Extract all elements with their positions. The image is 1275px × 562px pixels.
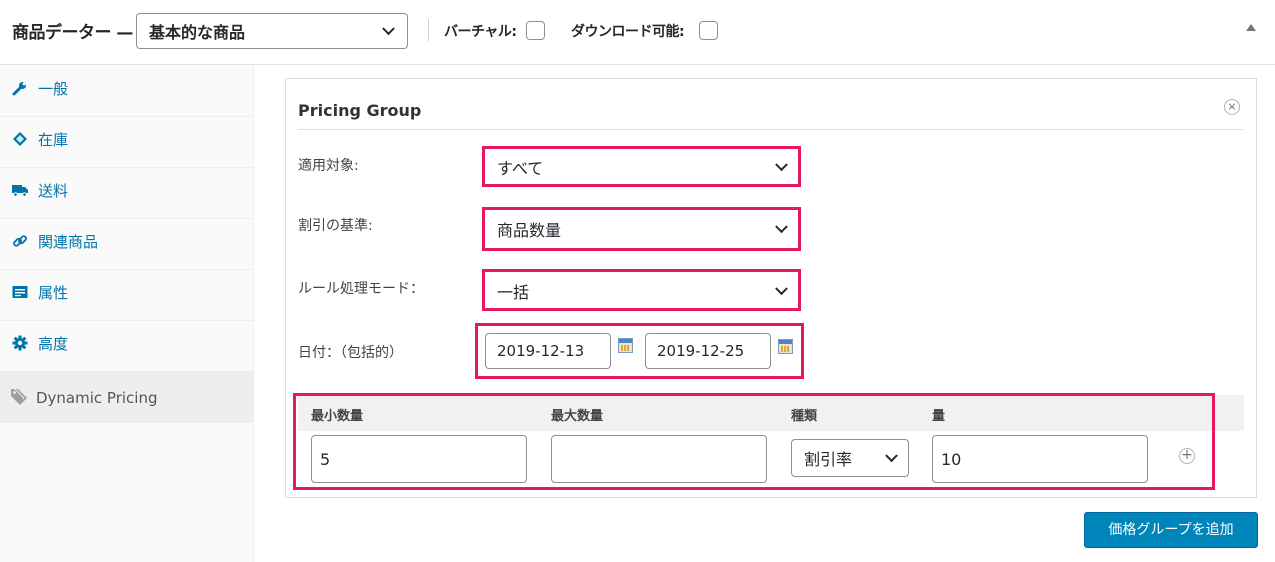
tab-dynamic-pricing[interactable]: Dynamic Pricing bbox=[0, 371, 253, 423]
virtual-label: バーチャル: bbox=[444, 24, 517, 40]
tab-general[interactable]: 一般 bbox=[0, 65, 253, 117]
virtual-checkbox[interactable] bbox=[526, 21, 545, 40]
collapse-arrow-icon[interactable] bbox=[1246, 24, 1256, 31]
rule-mode-select[interactable]: 一括 bbox=[487, 275, 796, 306]
product-data-title: 商品データー — bbox=[12, 23, 133, 43]
highlight-box: すべて bbox=[482, 146, 801, 187]
rule-mode-value: 一括 bbox=[497, 282, 530, 302]
tab-general-label: 一般 bbox=[38, 80, 69, 98]
discount-basis-select[interactable]: 商品数量 bbox=[487, 213, 796, 245]
tab-shipping-label: 送料 bbox=[38, 182, 69, 200]
tab-linked-products-label: 関連商品 bbox=[38, 233, 99, 251]
product-type-select[interactable]: 基本的な商品 bbox=[136, 13, 408, 49]
pricing-group-panel: Pricing Group × 適用対象: すべて 割引の基準: 商品数量 ルー… bbox=[285, 78, 1257, 498]
product-type-value: 基本的な商品 bbox=[149, 23, 246, 42]
list-icon bbox=[12, 286, 28, 298]
chevron-down-icon bbox=[775, 220, 788, 234]
discount-basis-label: 割引の基準: bbox=[298, 218, 373, 234]
tags-icon bbox=[11, 388, 27, 405]
highlight-box: 商品数量 bbox=[482, 207, 801, 251]
divider bbox=[298, 129, 1244, 130]
tab-dynamic-pricing-label: Dynamic Pricing bbox=[36, 389, 158, 407]
applies-to-label: 適用対象: bbox=[298, 158, 359, 174]
calendar-icon[interactable] bbox=[778, 339, 793, 354]
tab-shipping[interactable]: 送料 bbox=[0, 167, 253, 219]
tab-inventory-label: 在庫 bbox=[38, 131, 69, 149]
date-to-input[interactable]: 2019-12-25 bbox=[645, 333, 771, 369]
highlight-box: 2019-12-13 2019-12-25 bbox=[475, 323, 804, 379]
wrench-icon bbox=[12, 82, 26, 96]
close-icon[interactable]: × bbox=[1224, 99, 1240, 115]
tab-advanced-label: 高度 bbox=[38, 335, 69, 353]
chevron-down-icon bbox=[775, 157, 788, 171]
applies-to-select[interactable]: すべて bbox=[487, 151, 796, 182]
truck-icon bbox=[12, 185, 28, 197]
discount-basis-value: 商品数量 bbox=[497, 221, 562, 240]
tag-icon bbox=[13, 132, 27, 146]
tab-attributes[interactable]: 属性 bbox=[0, 269, 253, 321]
product-data-header: 商品データー — 基本的な商品 バーチャル: ダウンロード可能: bbox=[0, 0, 1275, 65]
date-from-input[interactable]: 2019-12-13 bbox=[485, 333, 611, 369]
tab-inventory[interactable]: 在庫 bbox=[0, 116, 253, 168]
downloadable-label: ダウンロード可能: bbox=[571, 24, 685, 40]
chevron-down-icon bbox=[775, 281, 788, 295]
highlight-box bbox=[293, 393, 1215, 490]
dates-label: 日付：（包括的） bbox=[298, 345, 403, 361]
calendar-icon[interactable] bbox=[618, 338, 633, 353]
tab-advanced[interactable]: 高度 bbox=[0, 320, 253, 372]
pricing-group-title: Pricing Group bbox=[298, 101, 422, 120]
add-pricing-group-button[interactable]: 価格グループを追加 bbox=[1084, 512, 1258, 548]
divider bbox=[428, 19, 429, 41]
tab-linked-products[interactable]: 関連商品 bbox=[0, 218, 253, 270]
rule-mode-label: ルール処理モード： bbox=[298, 281, 424, 297]
applies-to-value: すべて bbox=[497, 158, 544, 178]
link-icon bbox=[13, 235, 27, 247]
tab-attributes-label: 属性 bbox=[38, 284, 69, 302]
product-data-tabs: 一般 在庫 送料 関連商品 属性 高度 Dynamic Pricing bbox=[0, 65, 254, 562]
gear-icon bbox=[12, 335, 28, 351]
highlight-box: 一括 bbox=[482, 269, 801, 311]
chevron-down-icon bbox=[382, 22, 395, 36]
downloadable-checkbox[interactable] bbox=[699, 21, 718, 40]
